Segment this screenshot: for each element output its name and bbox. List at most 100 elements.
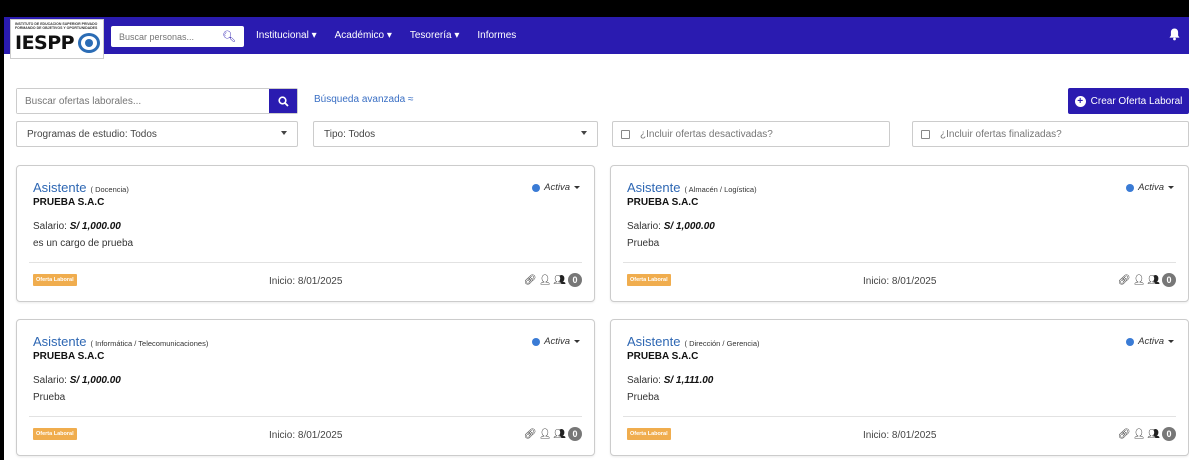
status-label: Activa — [1138, 336, 1164, 347]
card-title-row: Asistente ( Almacén / Logística) — [627, 180, 757, 195]
menu-institucional[interactable]: Institucional ▾ — [256, 30, 317, 41]
offers-search — [16, 88, 298, 114]
link-icon[interactable]: 🔗︎ — [524, 429, 537, 440]
type-select[interactable]: Tipo: Todos — [313, 121, 598, 147]
card-divider — [29, 262, 582, 263]
logo-subtitle: INSTITUTO DE EDUCACION SUPERIOR PRIVADO … — [15, 22, 98, 30]
applicants-count-badge: 0 — [568, 427, 582, 441]
offer-area: ( Dirección / Gerencia) — [684, 339, 760, 348]
plus-circle-icon: + — [1074, 95, 1086, 107]
user-add-icon[interactable]: 👤︎ — [1133, 275, 1146, 286]
caret-down-icon — [1168, 186, 1174, 189]
include-finished-field[interactable]: ¿Incluir ofertas finalizadas? — [912, 121, 1189, 147]
link-icon[interactable]: 🔗︎ — [524, 275, 537, 286]
status-dot-icon — [1126, 337, 1135, 346]
users-icon[interactable]: 👥︎ — [553, 275, 566, 286]
card-actions: 🔗︎ 👤︎ 👥︎ 0 — [1118, 273, 1176, 287]
caret-down-icon — [581, 131, 587, 135]
status-dropdown[interactable]: Activa — [1126, 182, 1174, 193]
create-offer-button[interactable]: + Crear Oferta Laboral — [1068, 88, 1189, 114]
applicants-count-badge: 0 — [1162, 273, 1176, 287]
menu-informes[interactable]: Informes — [477, 30, 516, 41]
include-deactivated-checkbox[interactable] — [621, 129, 630, 139]
offer-card[interactable]: Asistente ( Informática / Telecomunicaci… — [16, 319, 595, 456]
offer-start-date: Inicio: 8/01/2025 — [269, 430, 343, 441]
offer-company: PRUEBA S.A.C — [627, 351, 699, 362]
include-finished-checkbox[interactable] — [921, 129, 930, 139]
offer-title[interactable]: Asistente — [627, 334, 680, 349]
caret-down-icon — [574, 340, 580, 343]
offer-card[interactable]: Asistente ( Docencia) PRUEBA S.A.C Salar… — [16, 165, 595, 302]
top-navbar: INSTITUTO DE EDUCACION SUPERIOR PRIVADO … — [4, 17, 1189, 59]
salary-value: S/ 1,000.00 — [69, 221, 121, 232]
users-icon[interactable]: 👥︎ — [1147, 275, 1160, 286]
status-dropdown[interactable]: Activa — [1126, 336, 1174, 347]
status-dot-icon — [1126, 183, 1135, 192]
card-divider — [623, 416, 1176, 417]
caret-down-icon — [574, 186, 580, 189]
advanced-search-link[interactable]: Búsqueda avanzada ≈ — [314, 94, 413, 105]
applicants-count-badge: 0 — [1162, 427, 1176, 441]
salary-label: Salario: — [33, 221, 67, 232]
logo-text: IESPP — [15, 32, 75, 54]
salary-label: Salario: — [627, 375, 661, 386]
offer-company: PRUEBA S.A.C — [33, 197, 105, 208]
caret-down-icon — [1168, 340, 1174, 343]
link-icon[interactable]: 🔗︎ — [1118, 275, 1131, 286]
offer-card[interactable]: Asistente ( Dirección / Gerencia) PRUEBA… — [610, 319, 1189, 456]
people-search: 🔍︎ — [111, 26, 244, 47]
user-add-icon[interactable]: 👤︎ — [539, 275, 552, 286]
users-icon[interactable]: 👥︎ — [1147, 429, 1160, 440]
app-frame: INSTITUTO DE EDUCACION SUPERIOR PRIVADO … — [4, 17, 1189, 460]
status-dropdown[interactable]: Activa — [532, 182, 580, 193]
card-title-row: Asistente ( Dirección / Gerencia) — [627, 334, 760, 349]
offer-type-badge: Oferta Laboral — [33, 274, 77, 286]
status-label: Activa — [1138, 182, 1164, 193]
user-add-icon[interactable]: 👤︎ — [1133, 429, 1146, 440]
create-offer-label: Crear Oferta Laboral — [1090, 95, 1183, 107]
offer-title[interactable]: Asistente — [33, 334, 86, 349]
program-select-value: Programas de estudio: Todos — [27, 128, 157, 140]
card-actions: 🔗︎ 👤︎ 👥︎ 0 — [524, 427, 582, 441]
card-title-row: Asistente ( Docencia) — [33, 180, 129, 195]
institution-logo[interactable]: INSTITUTO DE EDUCACION SUPERIOR PRIVADO … — [10, 19, 104, 59]
offer-description: Prueba — [33, 392, 66, 403]
card-divider — [623, 262, 1176, 263]
offer-salary: Salario: S/ 1,000.00 — [33, 375, 121, 386]
offer-start-date: Inicio: 8/01/2025 — [269, 276, 343, 287]
applicants-count-badge: 0 — [568, 273, 582, 287]
search-icon[interactable]: 🔍︎ — [221, 30, 237, 43]
offer-description: es un cargo de prueba — [33, 238, 134, 249]
caret-down-icon — [281, 131, 287, 135]
offers-search-input[interactable] — [17, 89, 269, 113]
salary-label: Salario: — [33, 375, 67, 386]
offer-title[interactable]: Asistente — [627, 180, 680, 195]
status-dropdown[interactable]: Activa — [532, 336, 580, 347]
offer-area: ( Docencia) — [90, 185, 129, 194]
offer-type-badge: Oferta Laboral — [627, 428, 671, 440]
bell-icon[interactable] — [1169, 28, 1180, 44]
salary-value: S/ 1,000.00 — [69, 375, 121, 386]
logo-eye-icon — [78, 33, 100, 53]
include-deactivated-field[interactable]: ¿Incluir ofertas desactivadas? — [612, 121, 890, 147]
offer-company: PRUEBA S.A.C — [627, 197, 699, 208]
people-search-input[interactable] — [111, 31, 221, 42]
status-label: Activa — [544, 336, 570, 347]
include-finished-label: ¿Incluir ofertas finalizadas? — [940, 128, 1062, 140]
offer-card[interactable]: Asistente ( Almacén / Logística) PRUEBA … — [610, 165, 1189, 302]
salary-value: S/ 1,111.00 — [663, 375, 714, 386]
offers-search-button[interactable] — [269, 89, 297, 113]
menu-academico[interactable]: Académico ▾ — [335, 30, 392, 41]
user-add-icon[interactable]: 👤︎ — [539, 429, 552, 440]
menu-tesoreria[interactable]: Tesorería ▾ — [410, 30, 459, 41]
users-icon[interactable]: 👥︎ — [553, 429, 566, 440]
program-select[interactable]: Programas de estudio: Todos — [16, 121, 298, 147]
offer-title[interactable]: Asistente — [33, 180, 86, 195]
link-icon[interactable]: 🔗︎ — [1118, 429, 1131, 440]
offer-type-badge: Oferta Laboral — [33, 428, 77, 440]
offer-type-badge: Oferta Laboral — [627, 274, 671, 286]
card-title-row: Asistente ( Informática / Telecomunicaci… — [33, 334, 208, 349]
salary-value: S/ 1,000.00 — [663, 221, 715, 232]
offer-area: ( Almacén / Logística) — [684, 185, 757, 194]
offer-salary: Salario: S/ 1,111.00 — [627, 375, 713, 386]
